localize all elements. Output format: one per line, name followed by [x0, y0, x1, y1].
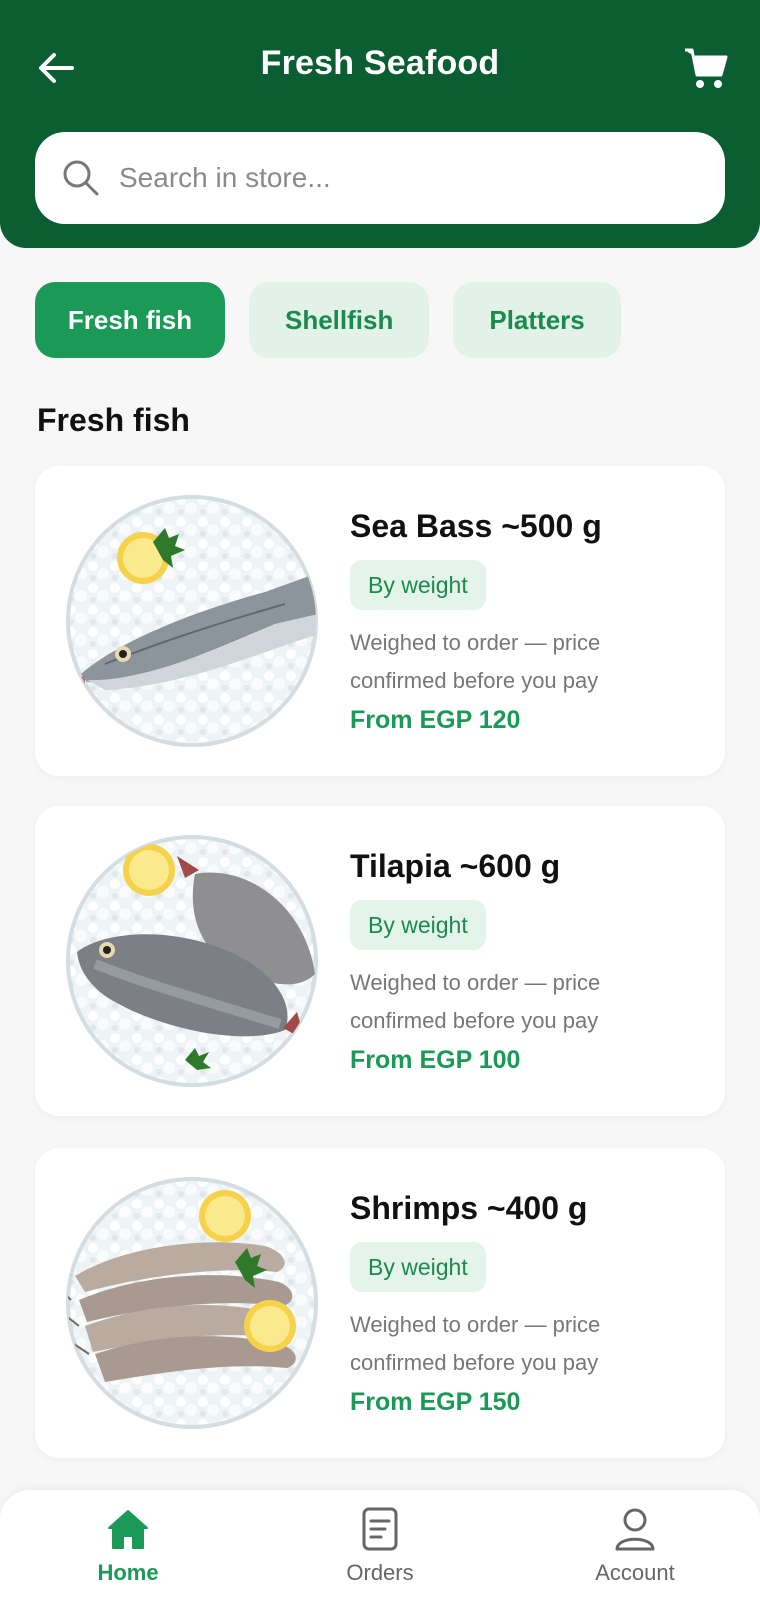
cart-icon — [685, 48, 728, 88]
product-name: Shrimps ~400 g — [350, 1190, 588, 1226]
product-price: From EGP 120 — [350, 706, 521, 734]
product-name: Sea Bass ~500 g — [350, 508, 602, 544]
search-icon — [59, 156, 103, 200]
search-input[interactable] — [119, 162, 679, 194]
nav-home-label: Home — [97, 1560, 159, 1585]
section-title: Fresh fish — [37, 402, 190, 438]
nav-account[interactable]: Account — [565, 1506, 705, 1592]
bottom-navigation: Home Orders Account — [0, 1490, 760, 1602]
chip-shellfish[interactable]: Shellfish — [249, 282, 430, 358]
shrimps-image — [66, 1177, 318, 1429]
product-card-shrimps[interactable]: Shrimps ~400 g By weight Weighed to orde… — [35, 1148, 725, 1458]
product-price: From EGP 150 — [350, 1388, 521, 1416]
orders-icon — [357, 1506, 403, 1552]
nav-orders-label: Orders — [346, 1560, 414, 1585]
product-price: From EGP 100 — [350, 1046, 521, 1074]
by-weight-badge: By weight — [350, 900, 486, 950]
home-icon — [105, 1506, 151, 1552]
search-bar[interactable] — [35, 132, 725, 224]
chip-platters[interactable]: Platters — [453, 282, 621, 358]
nav-orders[interactable]: Orders — [310, 1506, 450, 1592]
nav-home[interactable]: Home — [58, 1506, 198, 1592]
product-description: Weighed to order — price confirmed befor… — [350, 630, 601, 693]
product-description: Weighed to order — price confirmed befor… — [350, 1312, 601, 1375]
category-chips: Fresh fish Shellfish Platters — [35, 282, 621, 358]
product-card-sea-bass[interactable]: Sea Bass ~500 g By weight Weighed to ord… — [35, 466, 725, 776]
cart-button[interactable] — [678, 40, 734, 96]
page-title: Fresh Seafood — [260, 44, 500, 82]
chip-fresh-fish[interactable]: Fresh fish — [35, 282, 225, 358]
by-weight-badge: By weight — [350, 1242, 486, 1292]
product-name: Tilapia ~600 g — [350, 848, 561, 884]
by-weight-badge: By weight — [350, 560, 486, 610]
tilapia-image — [66, 835, 318, 1087]
app-header: Fresh Seafood — [0, 0, 760, 248]
product-card-tilapia[interactable]: Tilapia ~600 g By weight Weighed to orde… — [35, 806, 725, 1116]
sea-bass-image — [66, 495, 318, 747]
account-icon — [612, 1506, 658, 1552]
product-description: Weighed to order — price confirmed befor… — [350, 970, 601, 1033]
nav-account-label: Account — [595, 1560, 675, 1585]
